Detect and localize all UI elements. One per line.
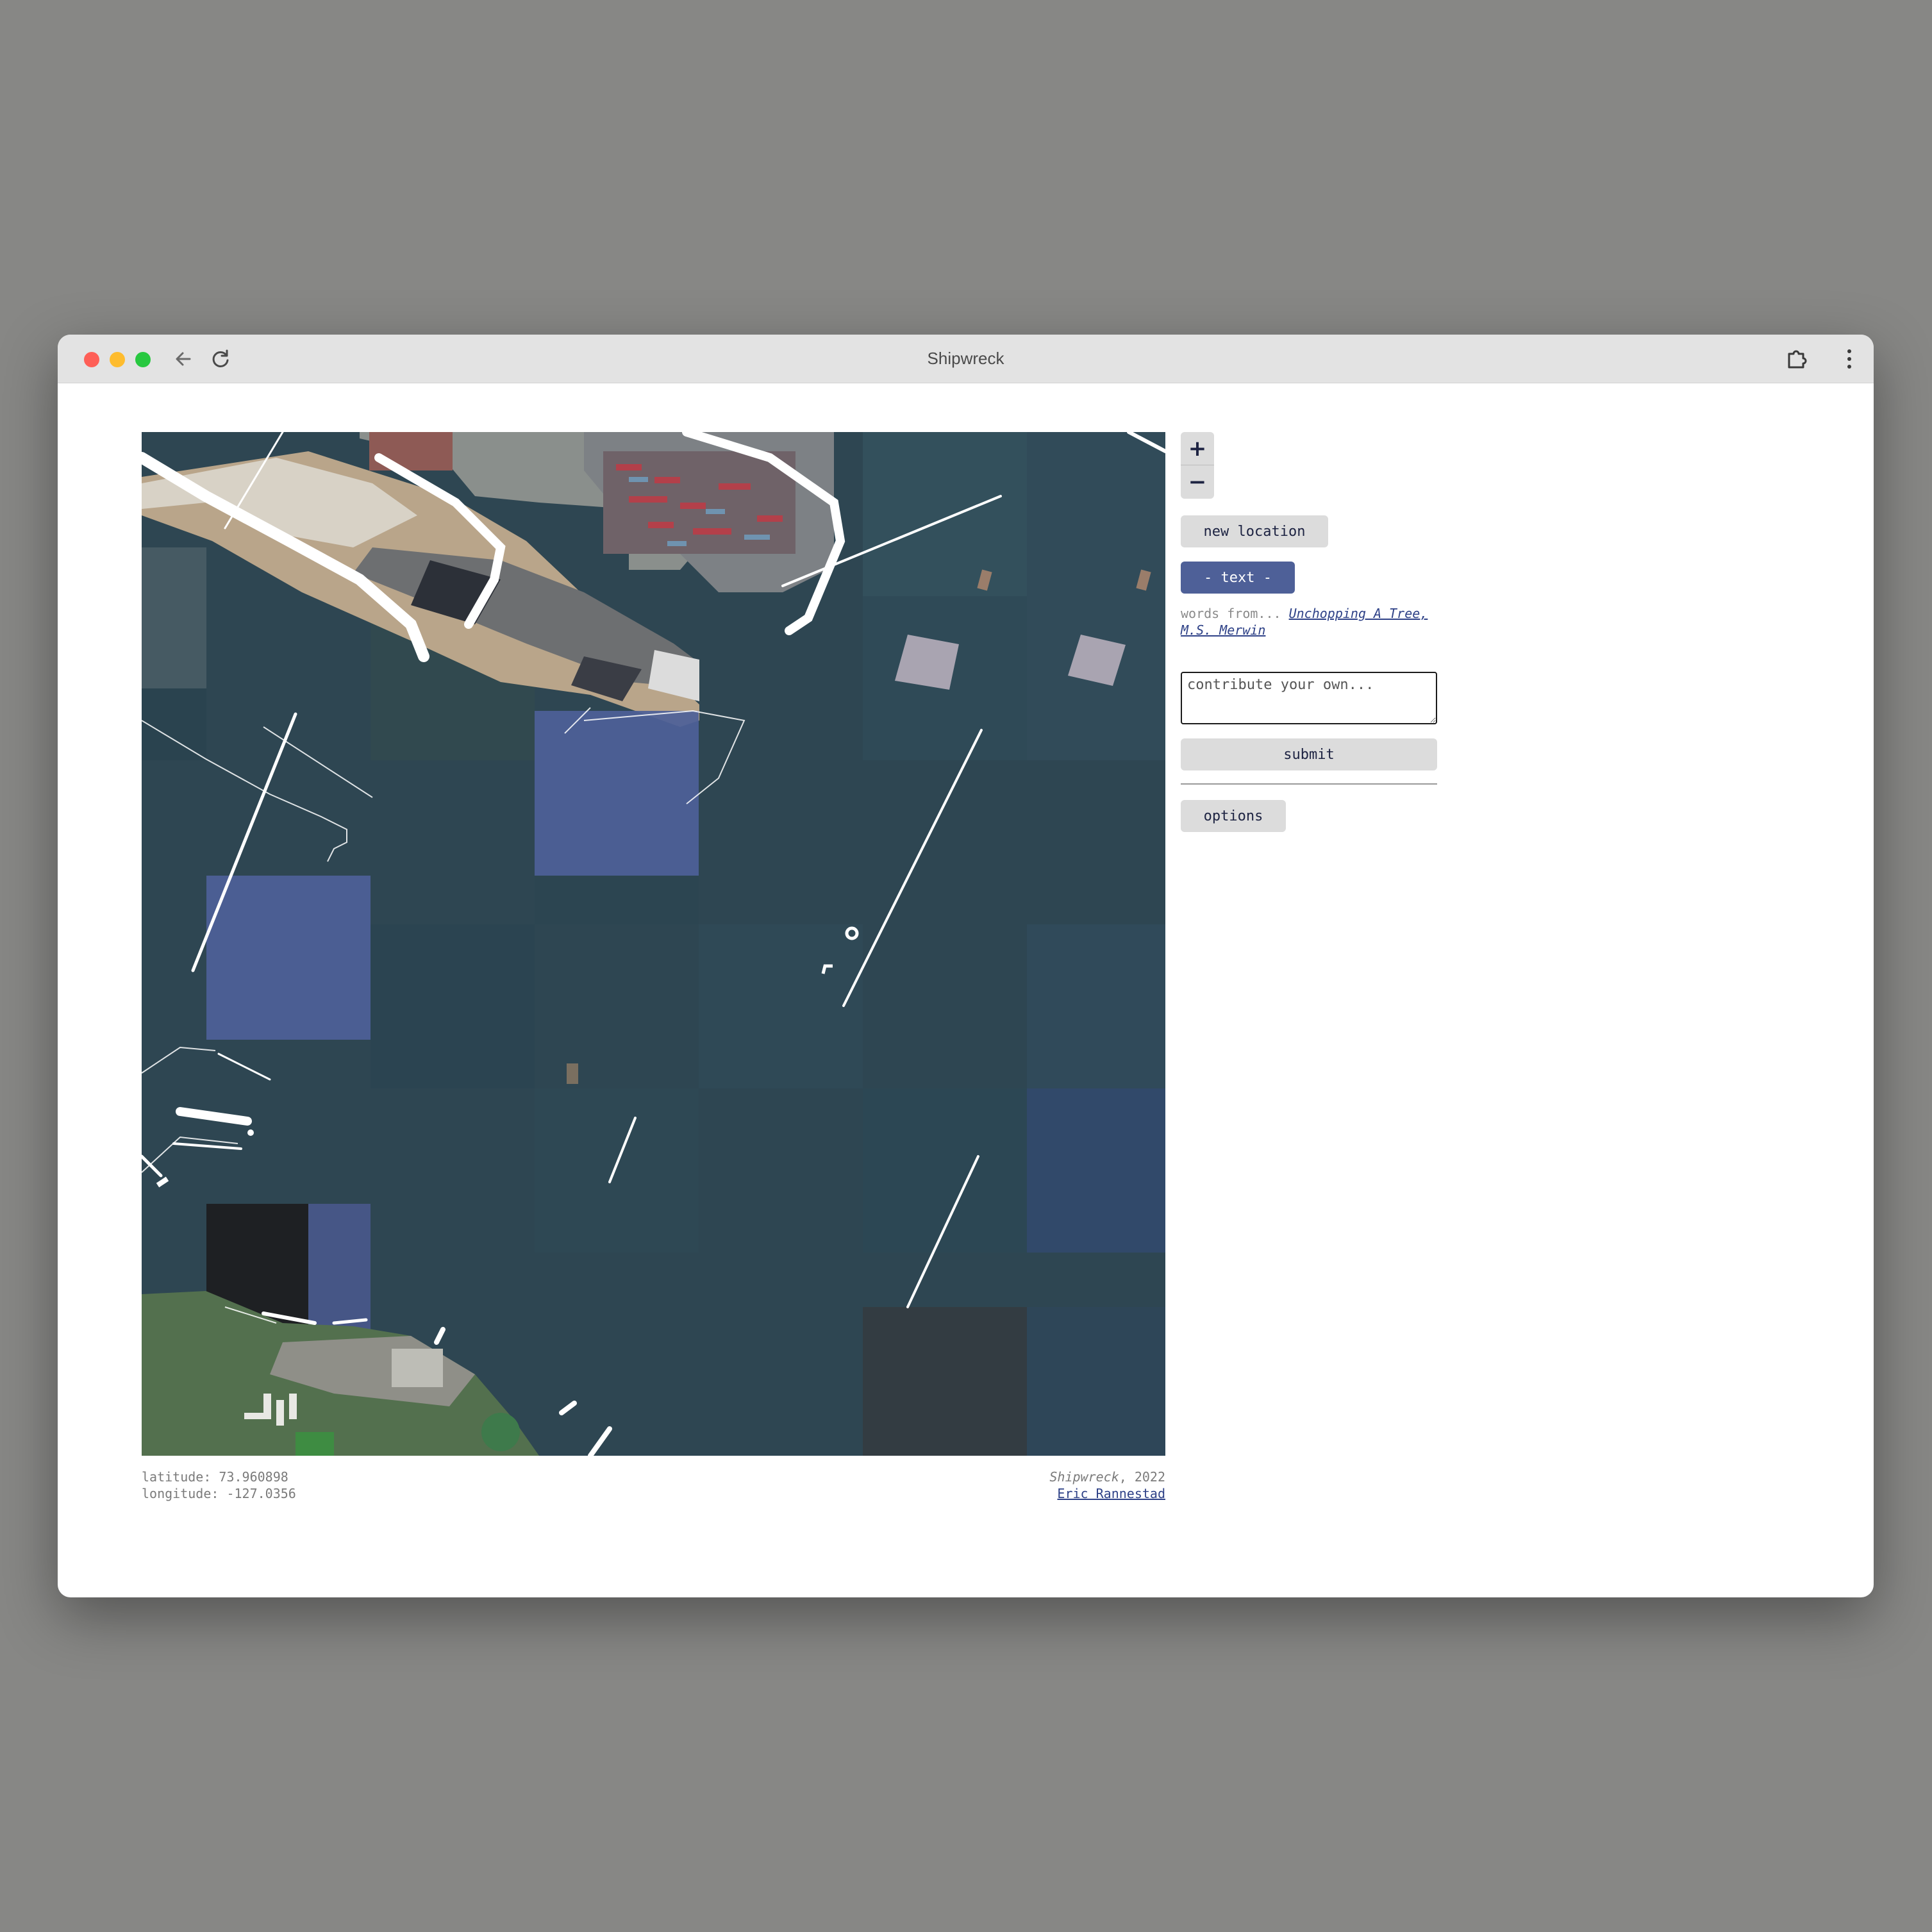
zoom-out-button[interactable]: − (1181, 465, 1214, 499)
extension-icon[interactable] (1784, 346, 1810, 372)
longitude-label: longitude: (142, 1486, 219, 1501)
longitude-value: -127.0356 (226, 1486, 296, 1501)
options-button[interactable]: options (1181, 800, 1286, 832)
browser-window: Shipwreck latitude: 73.960898 longitude:… (58, 335, 1874, 1597)
artwork-credit: Shipwreck, 2022 Eric Rannestad (891, 1469, 1165, 1502)
divider (1181, 783, 1437, 785)
new-location-button[interactable]: new location (1181, 515, 1328, 547)
title-bar: Shipwreck (58, 335, 1874, 383)
words-prefix: words from... (1181, 606, 1281, 621)
latitude-label: latitude: (142, 1469, 212, 1485)
contribute-input[interactable] (1181, 672, 1437, 724)
latitude-value: 73.960898 (219, 1469, 288, 1485)
page-title: Shipwreck (927, 349, 1004, 368)
longitude-line: longitude: -127.0356 (142, 1485, 296, 1502)
coordinates-readout: latitude: 73.960898 longitude: -127.0356 (142, 1469, 296, 1502)
zoom-in-button[interactable]: + (1181, 432, 1214, 465)
latitude-line: latitude: 73.960898 (142, 1469, 296, 1485)
submit-button[interactable]: submit (1181, 738, 1437, 770)
author-link[interactable]: Eric Rannestad (1057, 1486, 1165, 1501)
satellite-map[interactable] (142, 432, 1165, 1456)
work-title: Shipwreck (1049, 1469, 1119, 1485)
text-toggle-button[interactable]: - text - (1181, 562, 1295, 594)
words-source: words from... Unchopping A Tree, M.S. Me… (1181, 605, 1437, 638)
work-year: , 2022 (1119, 1469, 1165, 1485)
menu-dots-icon[interactable] (1844, 346, 1854, 372)
